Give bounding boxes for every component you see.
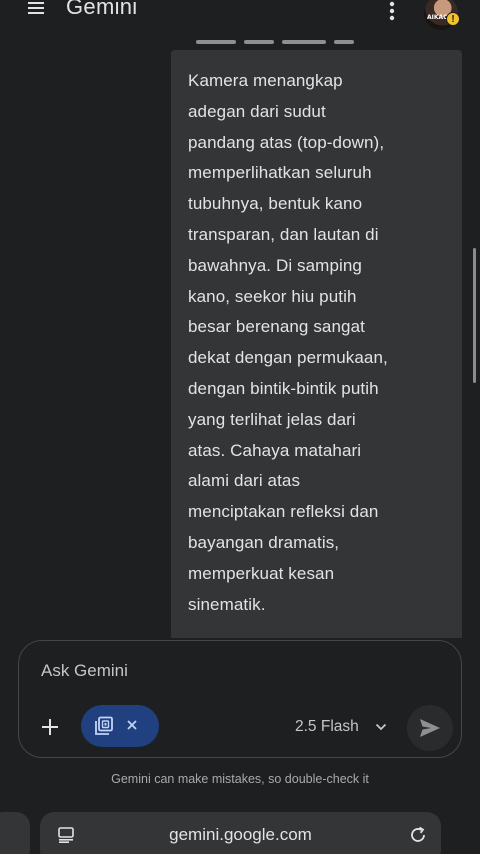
image-attachment-icon — [94, 716, 114, 736]
gemini-app: Gemini AIKAC ! Kamera menangkap adegan d… — [0, 0, 480, 854]
prompt-input-card: Ask Gemini 2.5 Flash — [18, 640, 462, 758]
scrollbar[interactable] — [473, 248, 476, 383]
clipped-previous-line — [186, 38, 406, 50]
address-bar[interactable]: gemini.google.com — [40, 812, 441, 854]
browser-bottom-bar: gemini.google.com — [0, 798, 480, 854]
model-selector[interactable]: 2.5 Flash — [295, 716, 387, 738]
tab-switcher[interactable] — [0, 812, 30, 854]
avatar-text: AIKAC — [427, 14, 448, 21]
plus-icon[interactable] — [39, 716, 61, 738]
disclaimer-text: Gemini can make mistakes, so double-chec… — [111, 772, 369, 786]
hamburger-menu-icon[interactable] — [24, 0, 48, 20]
message-text: Kamera menangkap adegan dari sudut panda… — [188, 71, 388, 614]
app-title: Gemini — [66, 0, 138, 19]
prompt-input[interactable]: Ask Gemini — [41, 661, 128, 681]
account-avatar[interactable]: AIKAC ! — [424, 0, 464, 36]
url-text: gemini.google.com — [169, 825, 312, 844]
chevron-down-icon — [375, 723, 386, 731]
send-icon — [420, 719, 440, 737]
more-vert-icon[interactable] — [384, 0, 400, 24]
image-attachment-chip[interactable] — [81, 705, 159, 747]
send-button[interactable] — [407, 705, 453, 751]
model-label: 2.5 Flash — [295, 718, 359, 735]
close-icon[interactable] — [125, 718, 139, 732]
top-app-bar: Gemini AIKAC ! — [0, 0, 480, 34]
warning-badge-icon: ! — [446, 12, 460, 26]
reload-icon[interactable] — [408, 825, 428, 845]
